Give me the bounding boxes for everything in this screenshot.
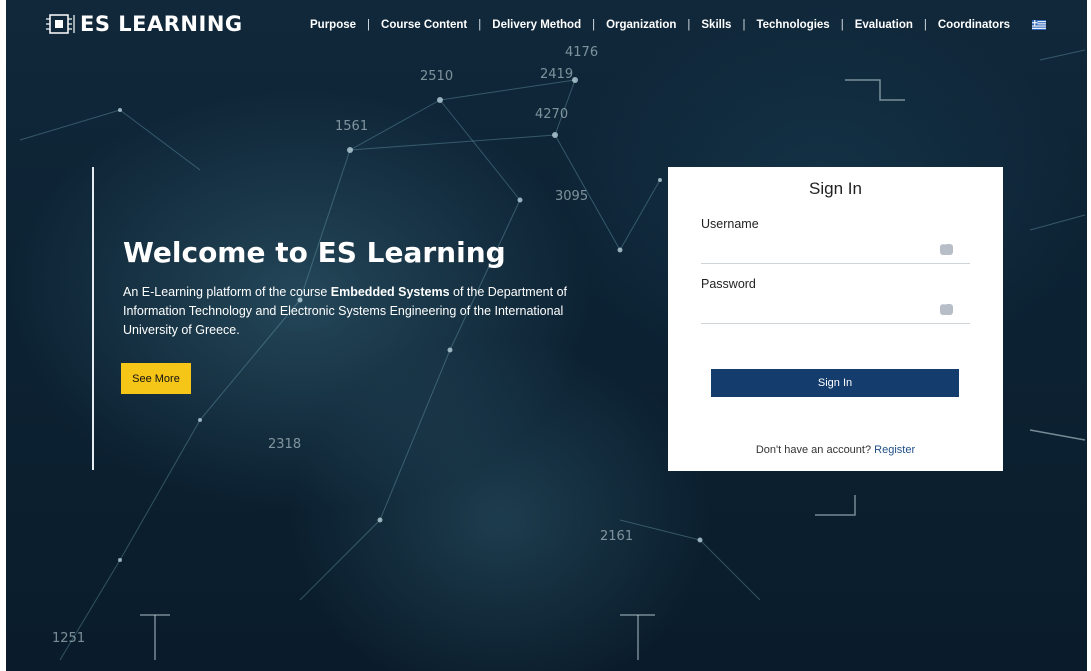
bg-number: 1251 [52,631,85,646]
hero-divider-line [92,167,94,470]
page-frame-right [1087,0,1091,671]
nav-item-skills[interactable]: Skills [701,19,731,31]
site-logo[interactable]: ES LEARNING [46,12,243,36]
register-prompt-line: Don't have an account? Register [668,444,1003,456]
nav-item-evaluation[interactable]: Evaluation [855,19,913,31]
password-manager-icon[interactable] [940,301,953,315]
bg-number: 3095 [555,189,588,204]
bg-number: 2161 [600,529,633,544]
nav-item-coordinators[interactable]: Coordinators [938,19,1010,31]
see-more-button[interactable]: See More [121,363,191,394]
nav-item-organization[interactable]: Organization [606,19,676,31]
nav-item-course-content[interactable]: Course Content [381,19,467,31]
nav-item-technologies[interactable]: Technologies [756,19,829,31]
bg-number: 2510 [420,69,453,84]
hero-description: An E-Learning platform of the course Emb… [123,283,613,340]
nav-separator: | [687,19,691,31]
hero-desc-text: An E-Learning platform of the course [123,285,331,299]
password-manager-icon[interactable] [940,241,953,255]
main-nav: Purpose | Course Content | Delivery Meth… [310,19,1047,31]
hero-desc-course-name: Embedded Systems [330,285,450,299]
page-frame-left [0,0,6,671]
register-link[interactable]: Register [874,444,915,456]
nav-item-delivery-method[interactable]: Delivery Method [492,19,581,31]
password-input[interactable] [701,301,970,324]
bg-number: 4270 [535,107,568,122]
nav-separator: | [923,19,927,31]
bg-number: 2419 [540,67,573,82]
username-input[interactable] [701,241,970,264]
signin-card: Sign In Username Password Sign In Don't … [668,167,1003,471]
username-label: Username [701,217,759,231]
site-header: ES LEARNING Purpose | Course Content | D… [0,0,1091,52]
nav-item-purpose[interactable]: Purpose [310,19,356,31]
chip-logo-icon [46,14,75,34]
hero-title: Welcome to ES Learning [123,236,506,269]
password-label: Password [701,277,756,291]
nav-separator: | [592,19,596,31]
signin-button[interactable]: Sign In [711,369,959,397]
nav-separator: | [478,19,482,31]
greek-flag-icon[interactable] [1032,20,1047,30]
nav-separator: | [840,19,844,31]
signin-title: Sign In [809,179,862,198]
bg-number: 1561 [335,119,368,134]
logo-text: ES LEARNING [80,12,243,36]
nav-separator: | [742,19,746,31]
bg-number: 2318 [268,437,301,452]
nav-separator: | [367,19,371,31]
register-prompt: Don't have an account? [755,444,872,456]
